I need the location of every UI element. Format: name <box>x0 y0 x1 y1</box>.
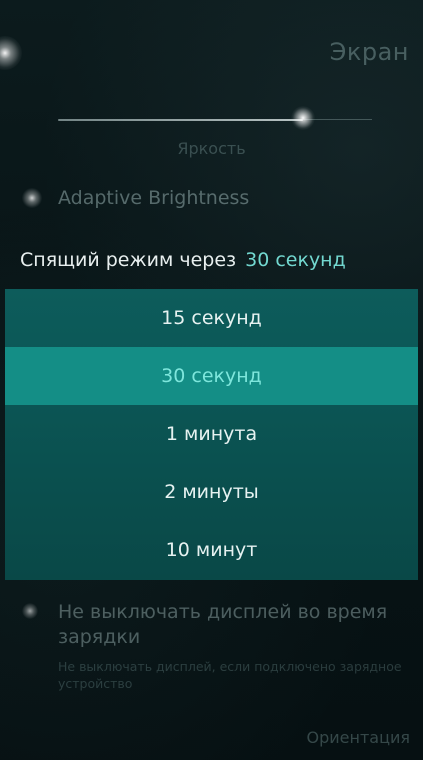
sleep-option-15-seconds[interactable]: 15 секунд <box>5 289 418 347</box>
display-settings-page: Экран Яркость Adaptive Brightness Спящий… <box>0 0 423 760</box>
brightness-slider-filled-track <box>58 119 303 121</box>
page-title: Экран <box>329 38 409 66</box>
adaptive-brightness-switch[interactable]: Adaptive Brightness <box>22 184 402 212</box>
pulley-menu-indicator-icon[interactable] <box>0 36 22 70</box>
sleep-mode-label: Спящий режим через <box>20 249 237 271</box>
keep-display-on-description: Не выключать дисплей, если подключено за… <box>58 659 402 691</box>
sleep-mode-value: 30 секунд <box>245 249 346 271</box>
adaptive-brightness-label: Adaptive Brightness <box>58 187 250 209</box>
keep-display-on-title: Не выключать дисплей во время зарядки <box>58 601 388 648</box>
sleep-mode-combobox[interactable]: Спящий режим через 30 секунд <box>20 246 410 274</box>
switch-indicator-icon <box>22 188 42 208</box>
brightness-slider[interactable] <box>58 104 372 134</box>
sleep-mode-menu: 15 секунд 30 секунд 1 минута 2 минуты 10… <box>5 289 418 580</box>
orientation-section-header: Ориентация <box>306 728 411 747</box>
sleep-option-10-minutes[interactable]: 10 минут <box>5 521 418 579</box>
sleep-option-2-minutes[interactable]: 2 минуты <box>5 463 418 521</box>
sleep-option-30-seconds[interactable]: 30 секунд <box>5 347 418 405</box>
brightness-label: Яркость <box>177 139 246 158</box>
sleep-option-1-minute[interactable]: 1 минута <box>5 405 418 463</box>
switch-indicator-icon <box>22 603 38 619</box>
slider-handle-icon[interactable] <box>291 106 315 130</box>
